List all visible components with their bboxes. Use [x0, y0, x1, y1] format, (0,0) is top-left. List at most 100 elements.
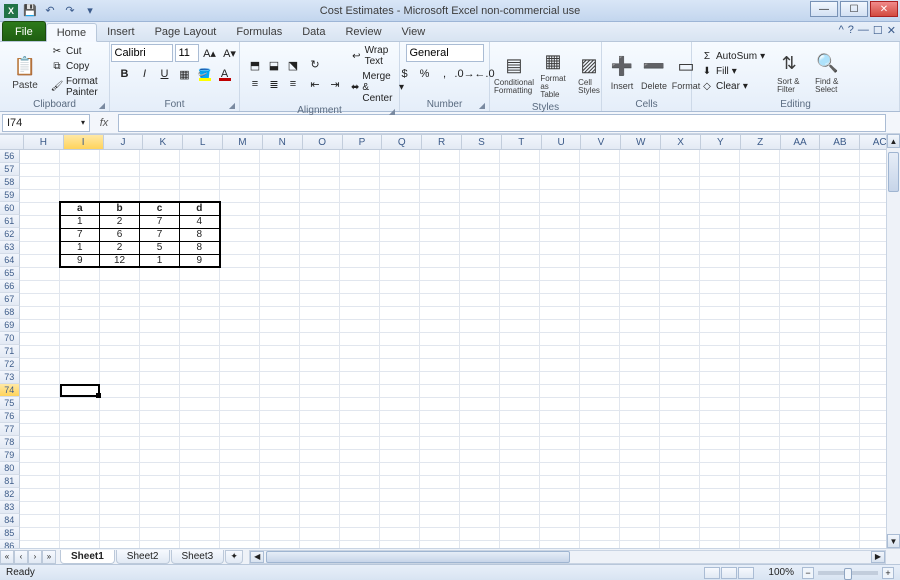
scroll-right-icon[interactable]: ▶ [871, 551, 885, 563]
sheet-nav-last-icon[interactable]: » [42, 550, 56, 564]
cell[interactable] [220, 267, 260, 280]
cell[interactable] [220, 345, 260, 358]
cell[interactable] [540, 345, 580, 358]
cell[interactable] [220, 293, 260, 306]
cell[interactable] [260, 514, 300, 527]
cell[interactable] [260, 527, 300, 540]
sort-filter-button[interactable]: ⇅Sort & Filter [772, 47, 806, 97]
cell[interactable] [700, 241, 740, 254]
cell[interactable] [700, 514, 740, 527]
orientation-icon[interactable]: ↻ [306, 56, 324, 74]
cell[interactable] [20, 501, 60, 514]
cell[interactable] [820, 475, 860, 488]
cell[interactable] [660, 319, 700, 332]
cell[interactable] [260, 410, 300, 423]
cell[interactable] [260, 371, 300, 384]
cell[interactable] [380, 488, 420, 501]
insert-sheet-button[interactable]: ✦ [225, 550, 243, 564]
cell[interactable] [300, 488, 340, 501]
cell[interactable] [460, 423, 500, 436]
cell[interactable] [20, 345, 60, 358]
cell[interactable] [540, 293, 580, 306]
cell[interactable] [340, 527, 380, 540]
col-header-L[interactable]: L [183, 135, 223, 149]
cell[interactable] [300, 150, 340, 163]
cell[interactable] [660, 189, 700, 202]
cell[interactable] [660, 267, 700, 280]
tab-formulas[interactable]: Formulas [226, 22, 292, 41]
cell[interactable] [700, 267, 740, 280]
cell[interactable] [700, 202, 740, 215]
cell[interactable] [420, 267, 460, 280]
cell[interactable] [500, 423, 540, 436]
cell[interactable] [20, 228, 60, 241]
cell[interactable] [540, 449, 580, 462]
cell[interactable] [260, 163, 300, 176]
cell[interactable] [740, 397, 780, 410]
cell[interactable] [180, 423, 220, 436]
cell[interactable] [620, 501, 660, 514]
cell[interactable] [260, 332, 300, 345]
cell[interactable] [580, 241, 620, 254]
cell[interactable] [500, 397, 540, 410]
cell[interactable] [260, 215, 300, 228]
minimize-button[interactable]: — [810, 1, 838, 17]
cell[interactable] [340, 202, 380, 215]
increase-font-icon[interactable]: A▴ [201, 44, 219, 62]
cell[interactable] [20, 241, 60, 254]
cell[interactable] [60, 410, 100, 423]
cell[interactable] [820, 150, 860, 163]
col-header-Z[interactable]: Z [741, 135, 781, 149]
cell[interactable] [180, 371, 220, 384]
cell[interactable] [140, 540, 180, 548]
cell[interactable] [540, 514, 580, 527]
cell[interactable] [780, 423, 820, 436]
cell[interactable] [820, 488, 860, 501]
cell[interactable] [340, 280, 380, 293]
font-size-input[interactable] [175, 44, 199, 62]
cell[interactable] [660, 306, 700, 319]
cell[interactable] [60, 423, 100, 436]
cell[interactable] [780, 163, 820, 176]
cell[interactable] [60, 332, 100, 345]
cell[interactable] [100, 397, 140, 410]
cell-styles-button[interactable]: ▨Cell Styles [574, 48, 604, 98]
cell[interactable] [540, 501, 580, 514]
cell[interactable] [660, 436, 700, 449]
cell[interactable] [220, 423, 260, 436]
cell[interactable] [620, 397, 660, 410]
cell[interactable] [500, 215, 540, 228]
cell[interactable] [660, 254, 700, 267]
row-header-59[interactable]: 59 [0, 189, 20, 202]
cell[interactable] [220, 189, 260, 202]
cell[interactable] [420, 436, 460, 449]
col-header-T[interactable]: T [502, 135, 542, 149]
col-header-U[interactable]: U [542, 135, 582, 149]
cell[interactable] [140, 371, 180, 384]
cell[interactable] [700, 150, 740, 163]
sheet-nav-prev-icon[interactable]: ‹ [14, 550, 28, 564]
cell[interactable]: 1 [60, 241, 100, 254]
cell[interactable] [500, 241, 540, 254]
cell[interactable] [620, 527, 660, 540]
cell[interactable] [820, 306, 860, 319]
cell[interactable] [180, 384, 220, 397]
cell[interactable] [420, 410, 460, 423]
number-launcher-icon[interactable]: ◢ [479, 101, 485, 110]
cell[interactable] [20, 332, 60, 345]
cell[interactable] [220, 540, 260, 548]
cell[interactable] [260, 436, 300, 449]
formula-input[interactable] [118, 114, 886, 132]
cell[interactable] [220, 501, 260, 514]
cell[interactable] [220, 202, 260, 215]
cell[interactable] [220, 215, 260, 228]
cell[interactable] [660, 293, 700, 306]
cell[interactable] [500, 540, 540, 548]
cell[interactable] [60, 540, 100, 548]
cell[interactable] [460, 280, 500, 293]
row-header-86[interactable]: 86 [0, 540, 20, 548]
cell[interactable] [500, 462, 540, 475]
zoom-level[interactable]: 100% [768, 567, 794, 578]
cell[interactable] [100, 358, 140, 371]
cell[interactable] [740, 384, 780, 397]
